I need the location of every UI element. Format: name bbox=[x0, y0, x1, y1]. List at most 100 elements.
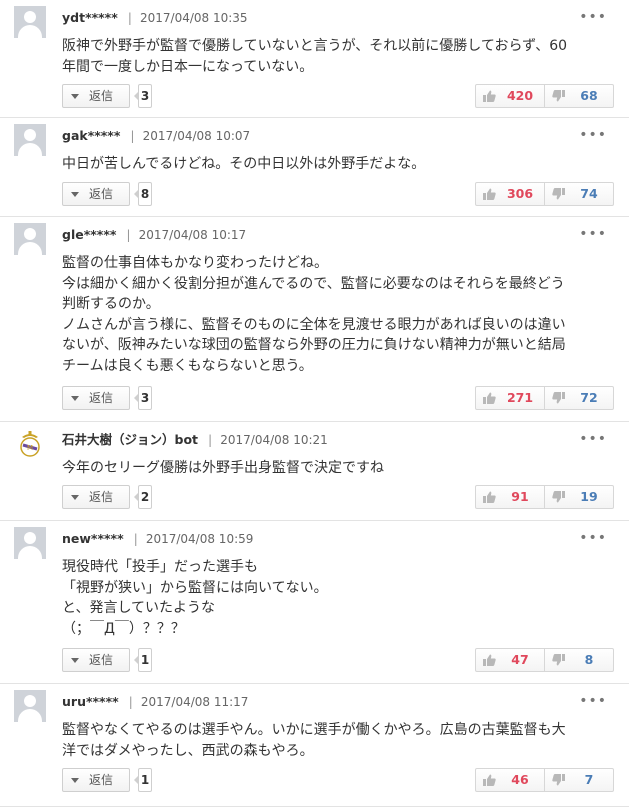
like-button[interactable]: 271 bbox=[475, 386, 545, 410]
more-dots-icon[interactable]: ••• bbox=[579, 531, 607, 545]
comment-line: 「視野が狭い」から監督には向いてない。 bbox=[62, 579, 328, 596]
timestamp: 2017/04/08 10:35 bbox=[139, 11, 248, 25]
more-dots-icon[interactable]: ••• bbox=[579, 128, 607, 142]
username[interactable]: gle***** bbox=[62, 227, 116, 242]
avatar[interactable] bbox=[14, 6, 46, 38]
comment-text: 現役時代「投手」だった選手も「視野が狭い」から監督には向いてない。 と、発言してい… bbox=[62, 557, 612, 639]
username[interactable]: ydt***** bbox=[62, 10, 118, 25]
comment-item: M 石井大樹（ジョン）bot | 2017/04/08 10:21 ••• 今年のセリーグ… bbox=[0, 422, 629, 521]
thumbs-up-icon bbox=[483, 654, 496, 666]
reply-count[interactable]: 8 bbox=[134, 182, 152, 206]
username[interactable]: gak***** bbox=[62, 128, 120, 143]
comment-line: チームは良くも悪くもならないと思う。 bbox=[62, 357, 313, 374]
comment-meta: gak***** | 2017/04/08 10:07 bbox=[62, 128, 250, 144]
reply-label: 返信 bbox=[89, 653, 114, 667]
timestamp: 2017/04/08 10:21 bbox=[220, 433, 328, 447]
dislike-count: 72 bbox=[580, 390, 598, 405]
comment-line: 監督やなくてやるのは選手やん。いかに選手が働くかやろ。広島の古葉監督も大 bbox=[62, 722, 566, 738]
reply-count[interactable]: 3 bbox=[134, 84, 152, 108]
svg-text:M: M bbox=[27, 444, 33, 452]
vote-group: 306 74 bbox=[475, 182, 615, 206]
avatar[interactable] bbox=[14, 223, 46, 255]
thumbs-down-icon bbox=[552, 90, 565, 102]
vote-group: 91 19 bbox=[475, 485, 615, 509]
comment-item: new***** | 2017/04/08 10:59 ••• 現役時代「投手」だった選… bbox=[0, 521, 629, 684]
dislike-button[interactable]: 72 bbox=[544, 386, 614, 410]
thumbs-up-icon bbox=[483, 774, 496, 786]
like-button[interactable]: 306 bbox=[475, 182, 545, 206]
reply-count[interactable]: 2 bbox=[134, 485, 152, 509]
meta-separator: | bbox=[133, 531, 138, 546]
comment-line: 判断するのか。 bbox=[62, 296, 160, 312]
caret-down-icon bbox=[71, 778, 79, 783]
dislike-button[interactable]: 19 bbox=[544, 485, 614, 509]
comment-line: 現役時代「投手」だった選手も bbox=[62, 559, 258, 575]
comment-meta: gle***** | 2017/04/08 10:17 bbox=[62, 227, 246, 243]
comment-line: 今は細かく細かく役割分担が進んでるので、監督に必要なのはそれらを最終どう bbox=[62, 275, 565, 292]
reply-count[interactable]: 3 bbox=[134, 386, 152, 410]
like-button[interactable]: 91 bbox=[475, 485, 545, 509]
vote-group: 271 72 bbox=[475, 386, 615, 410]
username[interactable]: new***** bbox=[62, 531, 124, 546]
comment-line: （；￣Д￣）？？？ bbox=[62, 620, 185, 637]
avatar[interactable] bbox=[14, 124, 46, 156]
comment-line: 監督の仕事自体もかなり変わったけどね。 bbox=[62, 255, 328, 271]
comment-text: 中日が苦しんでるけどね。その中日以外は外野手だよな。 bbox=[62, 154, 612, 175]
thumbs-up-icon bbox=[483, 90, 496, 102]
reply-button[interactable]: 返信 bbox=[62, 84, 130, 108]
comment-line: 今年のセリーグ優勝は外野手出身監督で決定ですね bbox=[62, 460, 384, 476]
reply-count[interactable]: 1 bbox=[134, 648, 152, 672]
avatar[interactable] bbox=[14, 690, 46, 722]
dislike-button[interactable]: 8 bbox=[544, 648, 614, 672]
like-count: 47 bbox=[511, 652, 529, 667]
vote-group: 47 8 bbox=[475, 648, 615, 672]
username[interactable]: uru***** bbox=[62, 694, 119, 709]
avatar[interactable] bbox=[14, 527, 46, 559]
like-count: 306 bbox=[506, 186, 534, 201]
reply-button[interactable]: 返信 bbox=[62, 648, 130, 672]
comment-meta: new***** | 2017/04/08 10:59 bbox=[62, 531, 253, 547]
thumbs-down-icon bbox=[552, 654, 565, 666]
reply-label: 返信 bbox=[89, 773, 114, 787]
dislike-button[interactable]: 7 bbox=[544, 768, 614, 792]
like-button[interactable]: 47 bbox=[475, 648, 545, 672]
comment-line: 洋ではダメやったし、西武の森もやろ。 bbox=[62, 742, 314, 759]
reply-count[interactable]: 1 bbox=[134, 768, 152, 792]
meta-separator: | bbox=[126, 227, 131, 242]
comment-line: 阪神で外野手が監督で優勝していないと言うが、それ以前に優勝しておらず、60 bbox=[62, 38, 568, 54]
reply-button[interactable]: 返信 bbox=[62, 182, 130, 206]
comment-line: と、発言していたような bbox=[62, 600, 216, 616]
reply-label: 返信 bbox=[89, 187, 114, 201]
like-button[interactable]: 46 bbox=[475, 768, 545, 792]
more-dots-icon[interactable]: ••• bbox=[579, 10, 607, 24]
more-dots-icon[interactable]: ••• bbox=[579, 227, 607, 241]
comment-meta: uru***** | 2017/04/08 11:17 bbox=[62, 694, 248, 710]
reply-button[interactable]: 返信 bbox=[62, 386, 130, 410]
comment-item: ydt***** | 2017/04/08 10:35 ••• 阪神で外野手が監督で優勝… bbox=[0, 0, 629, 118]
thumbs-up-icon bbox=[483, 491, 496, 503]
username[interactable]: 石井大樹（ジョン）bot bbox=[62, 432, 198, 447]
comment-line: 中日が苦しんでるけどね。その中日以外は外野手だよな。 bbox=[62, 156, 426, 172]
like-count: 420 bbox=[506, 88, 534, 103]
vote-group: 46 7 bbox=[475, 768, 615, 792]
caret-down-icon bbox=[71, 495, 79, 500]
reply-button[interactable]: 返信 bbox=[62, 768, 130, 792]
timestamp: 2017/04/08 11:17 bbox=[140, 695, 249, 709]
avatar-crest-icon[interactable]: M bbox=[14, 428, 46, 460]
reply-label: 返信 bbox=[89, 490, 114, 504]
comment-line: ノムさんが言う様に、監督そのものに全体を見渡せる眼力があれば良いのは違い bbox=[62, 316, 566, 333]
dislike-count: 74 bbox=[580, 186, 598, 201]
timestamp: 2017/04/08 10:17 bbox=[138, 228, 247, 242]
like-count: 91 bbox=[511, 489, 529, 504]
meta-separator: | bbox=[127, 10, 132, 25]
more-dots-icon[interactable]: ••• bbox=[579, 694, 607, 708]
thumbs-down-icon bbox=[552, 491, 565, 503]
dislike-button[interactable]: 68 bbox=[544, 84, 614, 108]
like-button[interactable]: 420 bbox=[475, 84, 545, 108]
dislike-count: 19 bbox=[580, 489, 598, 504]
reply-button[interactable]: 返信 bbox=[62, 485, 130, 509]
thumbs-down-icon bbox=[552, 392, 565, 404]
more-dots-icon[interactable]: ••• bbox=[579, 432, 607, 446]
dislike-button[interactable]: 74 bbox=[544, 182, 614, 206]
like-count: 271 bbox=[506, 390, 534, 405]
